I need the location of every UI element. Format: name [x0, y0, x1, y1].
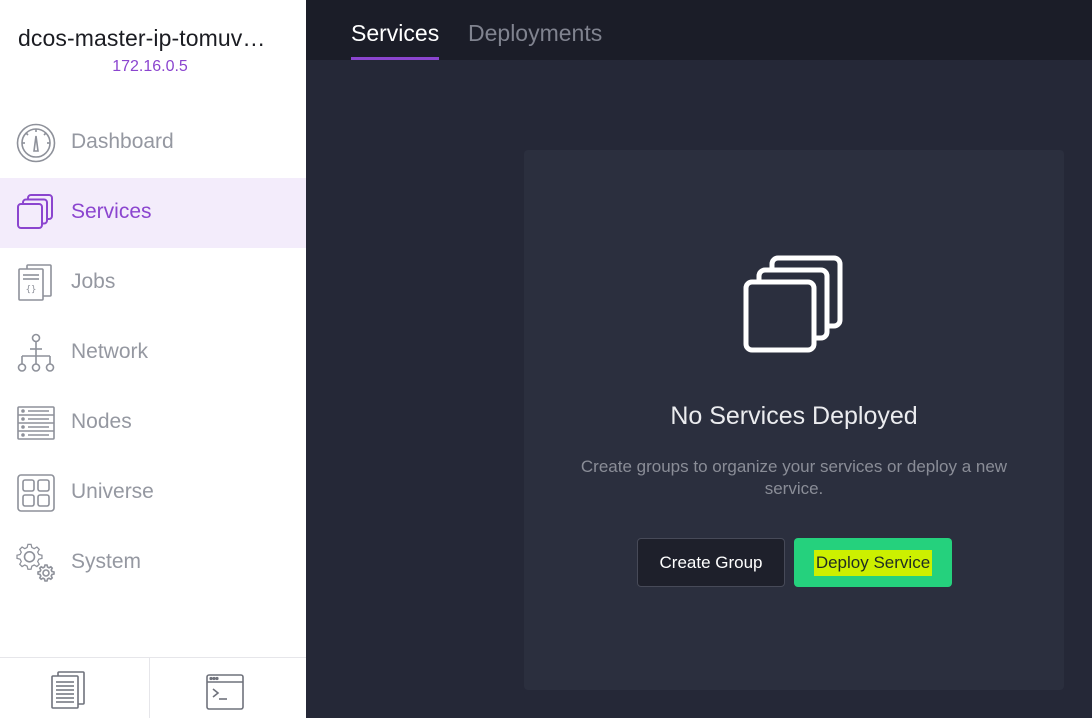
dashboard-icon	[16, 123, 56, 163]
sidebar-item-label: Services	[71, 200, 152, 223]
documentation-button[interactable]	[0, 658, 150, 718]
sidebar-item-label: Network	[71, 340, 149, 363]
services-icon	[16, 193, 56, 233]
tab-deployments[interactable]: Deployments	[468, 20, 602, 57]
sidebar-nav: Dashboard Services {} Jobs Network Nodes…	[0, 108, 306, 598]
sidebar-item-network[interactable]: Network	[0, 318, 306, 388]
sidebar-item-jobs[interactable]: {} Jobs	[0, 248, 306, 318]
sidebar-item-universe[interactable]: Universe	[0, 458, 306, 528]
services-stack-icon	[743, 255, 843, 353]
universe-icon	[16, 473, 56, 513]
deploy-service-label: Deploy Service	[813, 549, 933, 576]
sidebar-item-label: Dashboard	[71, 130, 174, 153]
cluster-ip: 172.16.0.5	[112, 58, 188, 75]
empty-state-description: Create groups to organize your services …	[580, 457, 1008, 498]
tab-services[interactable]: Services	[351, 20, 440, 60]
sidebar-item-services[interactable]: Services	[0, 178, 306, 248]
empty-state-title: No Services Deployed	[670, 402, 918, 430]
nodes-icon	[16, 403, 56, 443]
app-window: dcos-master-ip-tomuv… 172.16.0.5 Dashboa…	[0, 0, 1092, 718]
cli-button[interactable]	[150, 658, 306, 718]
jobs-icon: {}	[16, 263, 56, 303]
sidebar-item-label: Universe	[71, 480, 154, 503]
network-icon	[16, 333, 56, 373]
cluster-header[interactable]: dcos-master-ip-tomuv… 172.16.0.5	[0, 0, 306, 100]
sidebar-item-system[interactable]: System	[0, 528, 306, 598]
sidebar: dcos-master-ip-tomuv… 172.16.0.5 Dashboa…	[0, 0, 306, 718]
documentation-icon	[51, 671, 85, 709]
cluster-name[interactable]: dcos-master-ip-tomuv…	[18, 25, 288, 52]
system-icon	[16, 543, 56, 583]
sidebar-item-nodes[interactable]: Nodes	[0, 388, 306, 458]
main-content: Services Deployments No Services Deploye…	[306, 0, 1092, 718]
cli-terminal-icon	[206, 674, 244, 710]
tab-bar: Services Deployments	[306, 0, 1092, 60]
create-group-button[interactable]: Create Group	[637, 538, 785, 587]
deploy-service-button[interactable]: Deploy Service	[794, 538, 952, 587]
sidebar-footer	[0, 657, 306, 718]
sidebar-item-dashboard[interactable]: Dashboard	[0, 108, 306, 178]
sidebar-item-label: Nodes	[71, 410, 132, 433]
sidebar-item-label: Jobs	[71, 270, 116, 293]
sidebar-item-label: System	[71, 550, 142, 573]
svg-text:{}: {}	[26, 285, 37, 295]
empty-state-panel: No Services Deployed Create groups to or…	[524, 150, 1064, 690]
